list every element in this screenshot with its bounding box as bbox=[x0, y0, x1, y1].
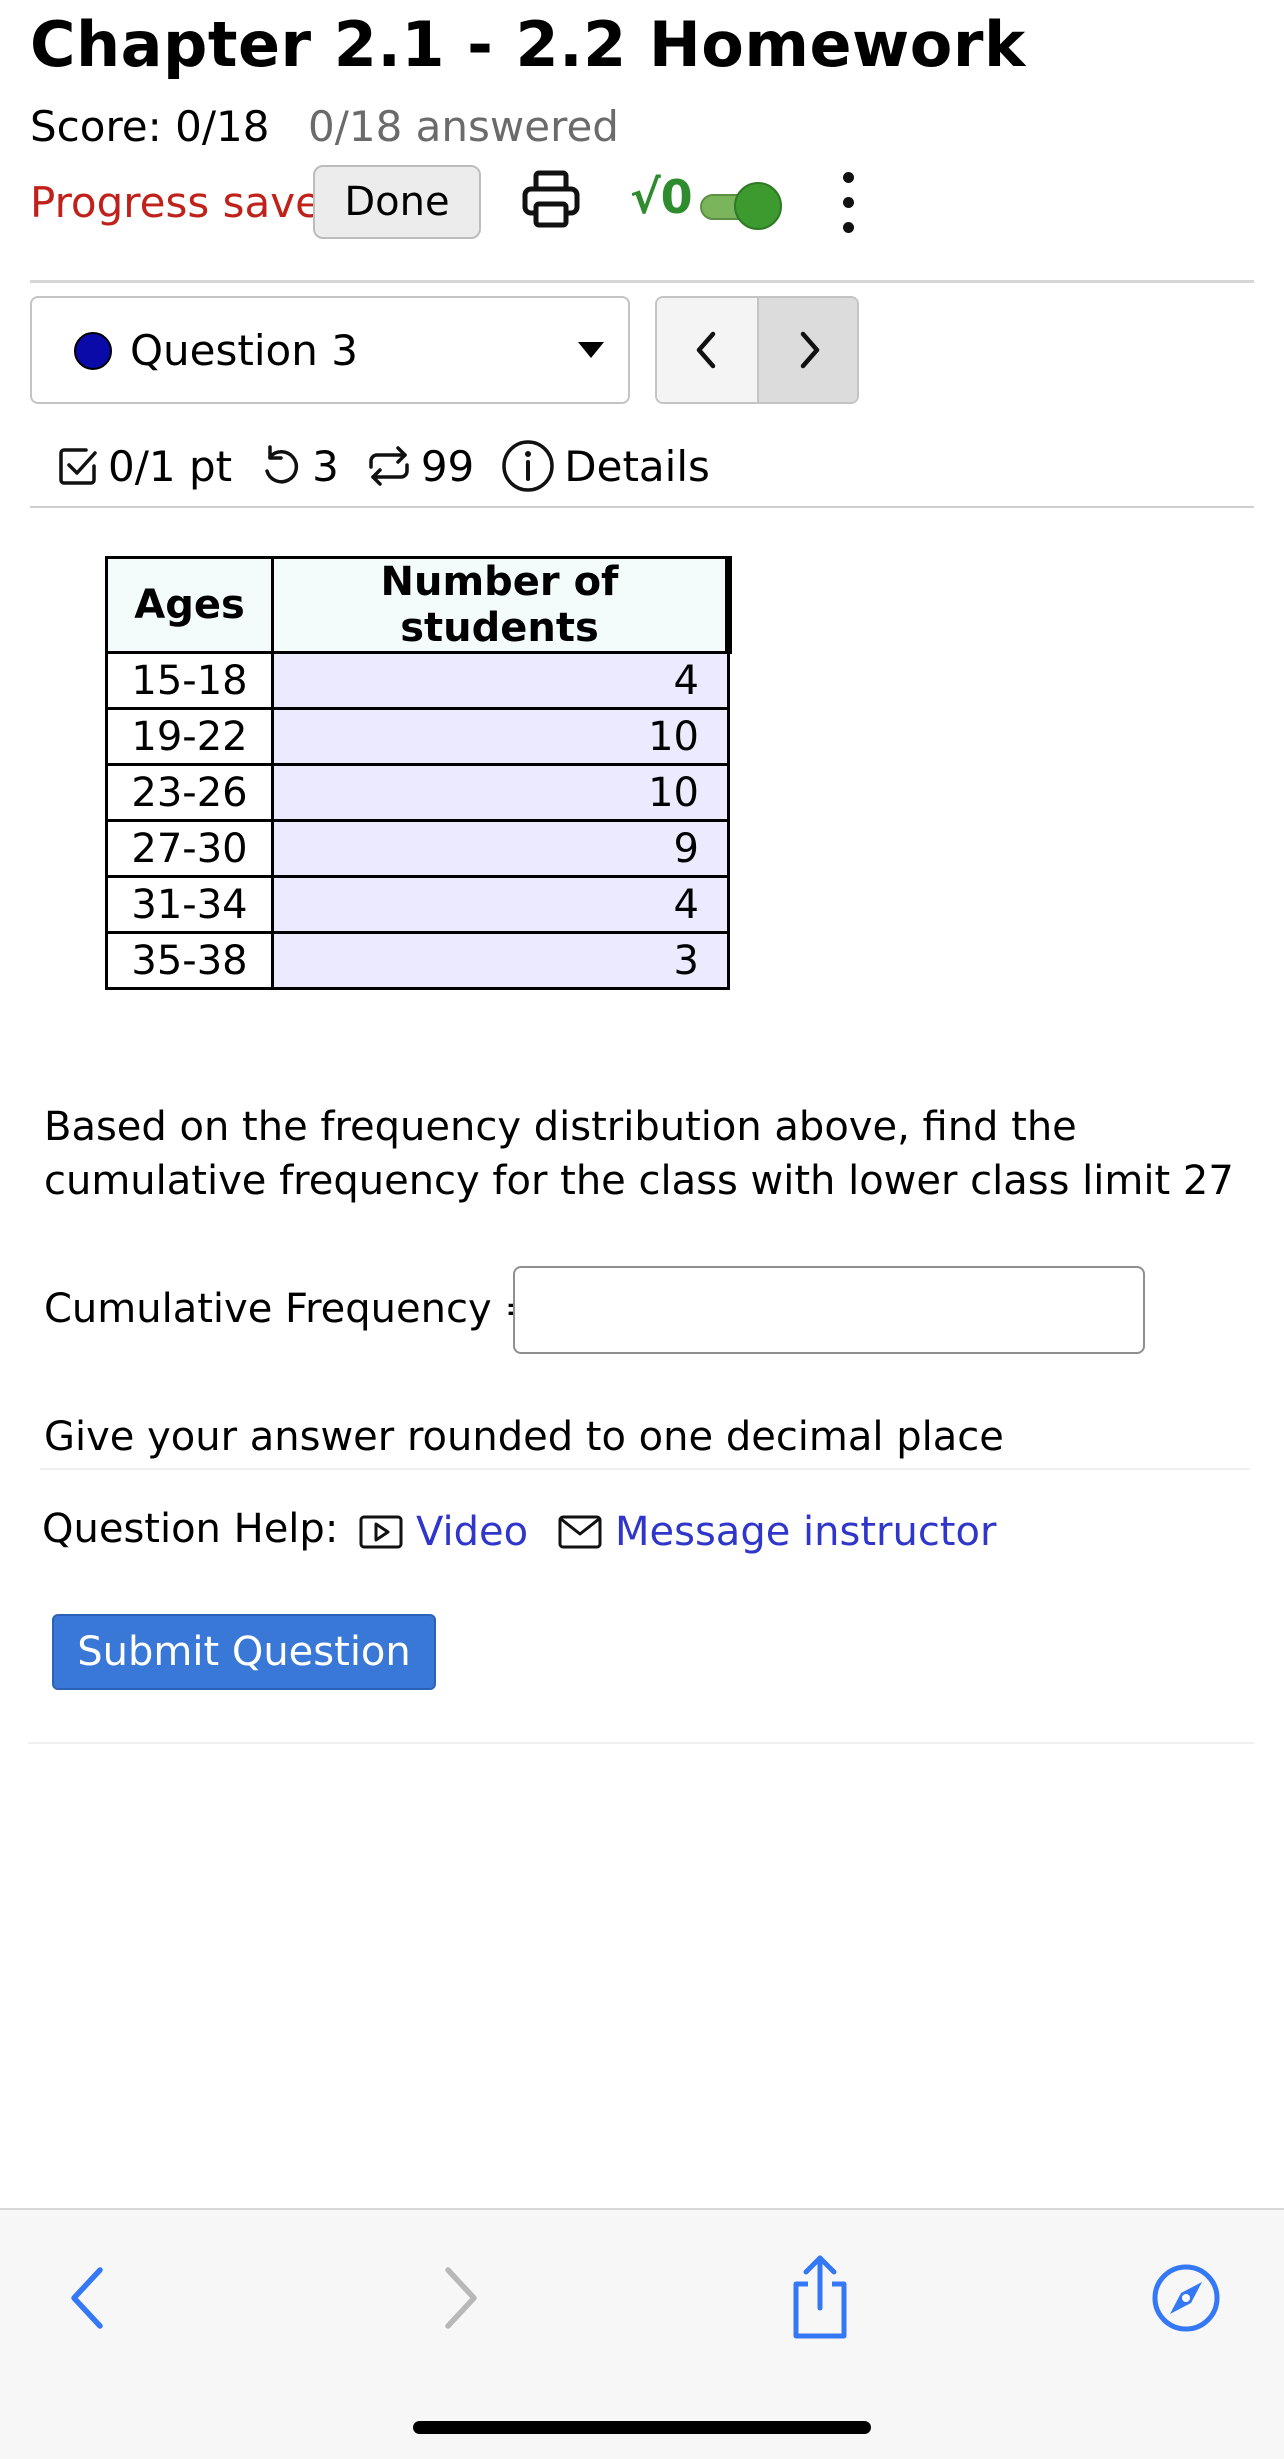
points-value: 0/1 pt bbox=[108, 441, 233, 491]
more-options-icon[interactable] bbox=[828, 168, 868, 238]
question-divider bbox=[40, 1468, 1250, 1470]
versions-stat: 99 bbox=[365, 442, 474, 491]
column-header-students: Number of students bbox=[271, 556, 732, 654]
video-help-link[interactable]: Video bbox=[358, 1500, 528, 1564]
stats-divider bbox=[30, 506, 1254, 508]
table-row: 27-30 9 bbox=[105, 819, 730, 878]
age-class-cell: 31-34 bbox=[105, 875, 274, 934]
caret-down-icon bbox=[578, 342, 604, 358]
table-row: 15-18 4 bbox=[105, 651, 730, 710]
compass-icon[interactable] bbox=[1146, 2258, 1226, 2338]
age-class-cell: 27-30 bbox=[105, 819, 274, 878]
page-title: Chapter 2.1 - 2.2 Homework bbox=[30, 8, 1026, 81]
toggle-knob bbox=[734, 182, 782, 230]
frequency-table: Ages Number of students 15-18 4 19-22 10… bbox=[105, 556, 732, 990]
details-button[interactable]: Details bbox=[500, 438, 710, 494]
back-icon[interactable] bbox=[48, 2258, 128, 2338]
checkbox-icon bbox=[59, 448, 97, 485]
column-header-ages: Ages bbox=[105, 556, 274, 654]
home-indicator bbox=[413, 2421, 871, 2434]
video-link-label: Video bbox=[416, 1509, 529, 1555]
table-row: 35-38 3 bbox=[105, 931, 730, 990]
retries-stat: 3 bbox=[258, 442, 339, 491]
info-icon bbox=[502, 440, 555, 492]
question-select-label: Question 3 bbox=[130, 326, 358, 375]
table-row: 23-26 10 bbox=[105, 763, 730, 822]
student-count-cell: 3 bbox=[271, 931, 730, 990]
retry-icon bbox=[265, 445, 299, 484]
answer-label: Cumulative Frequency = bbox=[44, 1286, 538, 1332]
submit-question-button[interactable]: Submit Question bbox=[52, 1614, 436, 1690]
forward-icon[interactable] bbox=[420, 2258, 500, 2338]
table-row: 19-22 10 bbox=[105, 707, 730, 766]
details-label: Details bbox=[564, 441, 710, 491]
table-row: 31-34 4 bbox=[105, 875, 730, 934]
previous-question-button[interactable] bbox=[657, 298, 759, 402]
share-icon[interactable] bbox=[780, 2252, 860, 2342]
progress-status: Progress saved bbox=[30, 178, 348, 227]
student-count-cell: 10 bbox=[271, 707, 730, 766]
message-link-label: Message instructor bbox=[615, 1509, 997, 1555]
chevron-left-icon bbox=[696, 331, 716, 369]
age-class-cell: 35-38 bbox=[105, 931, 274, 990]
cumulative-frequency-input[interactable] bbox=[513, 1266, 1145, 1354]
retries-value: 3 bbox=[312, 441, 339, 491]
question-select[interactable]: Question 3 bbox=[30, 296, 630, 404]
answered-count: 0/18 answered bbox=[308, 102, 619, 151]
math-entry-toggle[interactable] bbox=[700, 182, 784, 230]
age-class-cell: 15-18 bbox=[105, 651, 274, 710]
question-help-label: Question Help: bbox=[42, 1506, 339, 1552]
versions-value: 99 bbox=[420, 441, 475, 491]
points-stat: 0/1 pt bbox=[56, 442, 232, 491]
browser-toolbar bbox=[0, 2208, 1284, 2459]
question-prompt: Based on the frequency distribution abov… bbox=[44, 1104, 1234, 1204]
age-class-cell: 23-26 bbox=[105, 763, 274, 822]
student-count-cell: 9 bbox=[271, 819, 730, 878]
math-entry-icon: √0 bbox=[630, 170, 693, 224]
rounding-note: Give your answer rounded to one decimal … bbox=[44, 1414, 1004, 1460]
student-count-cell: 4 bbox=[271, 875, 730, 934]
message-instructor-link[interactable]: Message instructor bbox=[557, 1500, 996, 1564]
next-question-button[interactable] bbox=[759, 298, 857, 402]
mail-icon bbox=[558, 1515, 602, 1549]
versions-icon bbox=[369, 446, 409, 486]
question-status-dot bbox=[74, 332, 112, 370]
question-stats: 0/1 pt 3 99 Details bbox=[56, 436, 736, 496]
footer-divider bbox=[28, 1742, 1254, 1744]
question-nav bbox=[655, 296, 859, 404]
student-count-cell: 10 bbox=[271, 763, 730, 822]
table-header-row: Ages Number of students bbox=[105, 556, 732, 654]
chevron-right-icon bbox=[800, 331, 820, 369]
header-divider bbox=[30, 280, 1254, 283]
done-button[interactable]: Done bbox=[313, 165, 481, 239]
print-icon[interactable] bbox=[520, 168, 582, 230]
age-class-cell: 19-22 bbox=[105, 707, 274, 766]
video-icon bbox=[359, 1515, 403, 1549]
student-count-cell: 4 bbox=[271, 651, 730, 710]
score-text: Score: 0/18 bbox=[30, 102, 270, 151]
